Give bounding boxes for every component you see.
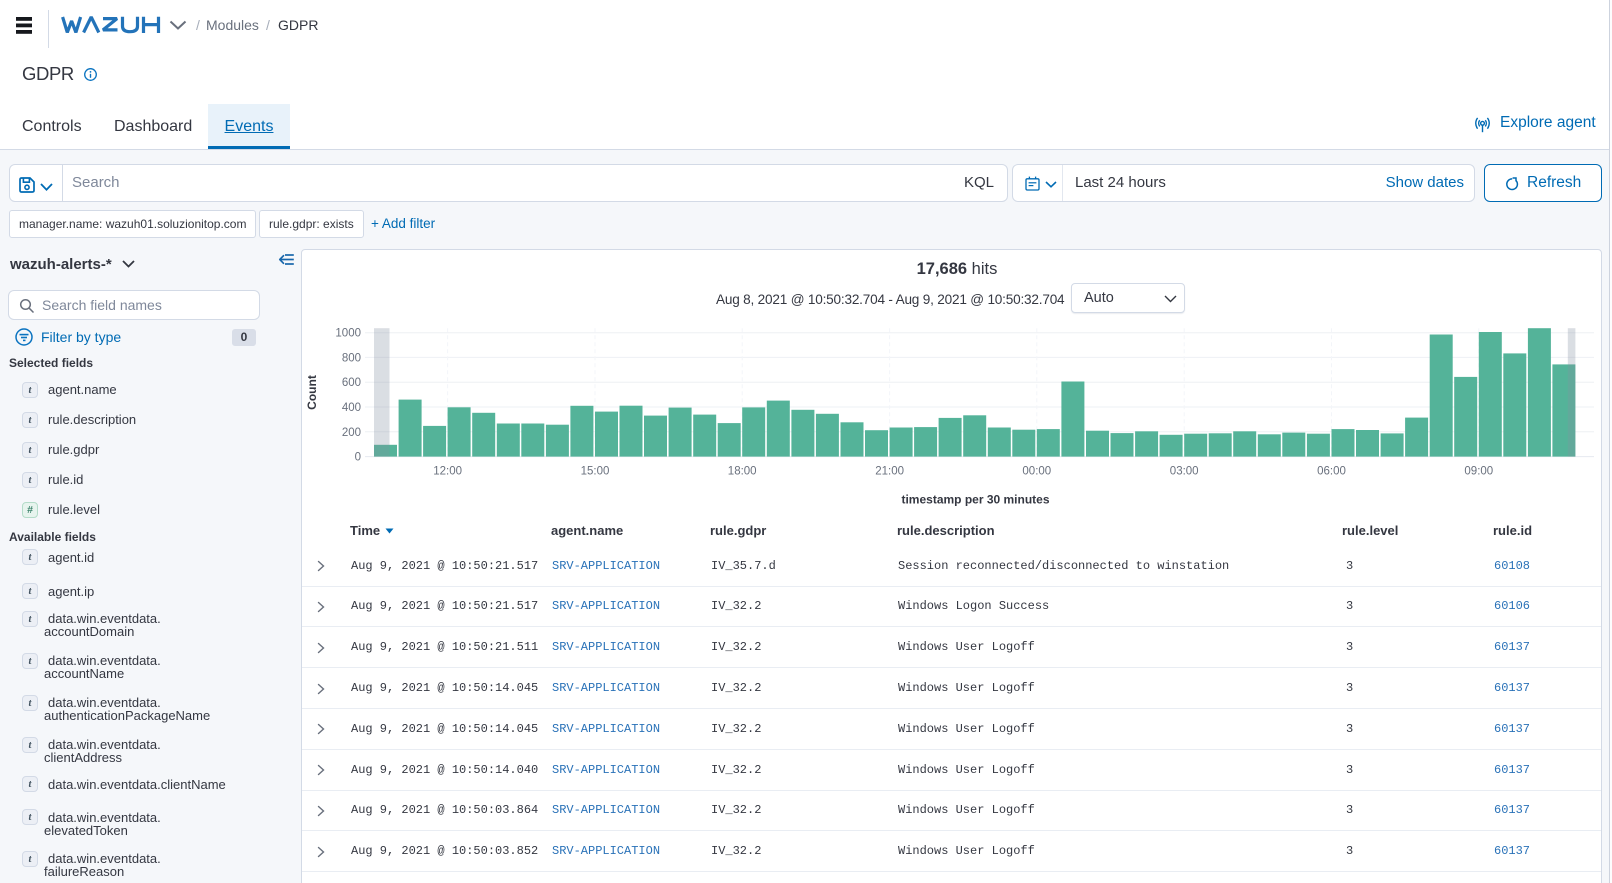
svg-text:1000: 1000 <box>335 328 361 340</box>
svg-text:0: 0 <box>355 452 361 464</box>
svg-text:Count: Count <box>305 375 319 410</box>
svg-text:18:00: 18:00 <box>728 466 757 478</box>
svg-text:00:00: 00:00 <box>1022 466 1051 478</box>
svg-text:21:00: 21:00 <box>875 466 904 478</box>
svg-text:15:00: 15:00 <box>581 466 610 478</box>
svg-text:03:00: 03:00 <box>1170 466 1199 478</box>
svg-text:06:00: 06:00 <box>1317 466 1346 478</box>
svg-text:09:00: 09:00 <box>1464 466 1493 478</box>
svg-text:12:00: 12:00 <box>433 466 462 478</box>
svg-text:400: 400 <box>342 402 361 414</box>
svg-text:timestamp per 30 minutes: timestamp per 30 minutes <box>901 493 1049 507</box>
svg-text:200: 200 <box>342 427 361 439</box>
svg-text:600: 600 <box>342 377 361 389</box>
svg-text:800: 800 <box>342 352 361 364</box>
